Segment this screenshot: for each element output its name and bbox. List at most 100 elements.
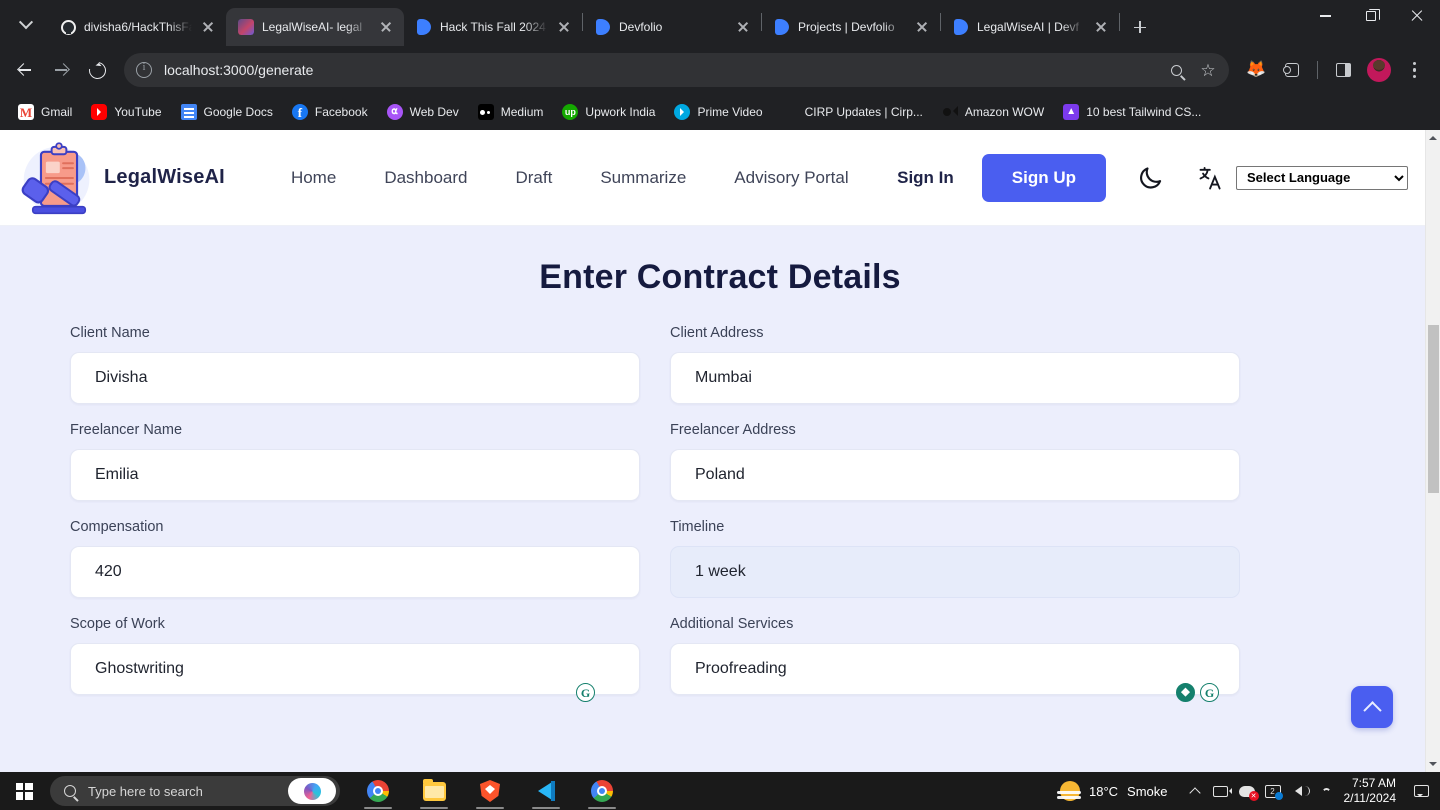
field-additional-services: Additional Services Proofreading ◆ G — [670, 616, 1240, 702]
bookmarks-bar: M Gmail YouTube Google Docs f Facebook ⍺ We… — [0, 94, 1440, 130]
notification-center-button[interactable] — [1406, 772, 1436, 810]
side-panel-button[interactable] — [1326, 53, 1360, 87]
bookmark-label: Amazon WOW — [964, 105, 1045, 119]
sign-in-link[interactable]: Sign In — [897, 168, 954, 188]
page-scrollbar[interactable] — [1425, 130, 1440, 772]
bookmark-prime-video[interactable]: Prime Video — [666, 99, 770, 125]
google-docs-icon — [180, 104, 197, 120]
profile-button[interactable] — [1362, 53, 1396, 87]
start-button[interactable] — [0, 772, 48, 810]
bookmark-label: Web Dev — [409, 105, 459, 119]
close-window-button[interactable] — [1394, 0, 1440, 32]
freelancer-address-input[interactable]: Poland — [670, 449, 1240, 501]
taskbar-app-vscode[interactable] — [518, 772, 574, 810]
brand-name: LegalWiseAI — [104, 166, 225, 188]
taskbar-app-chrome-2[interactable] — [574, 772, 630, 810]
close-icon[interactable] — [200, 19, 216, 35]
scrollbar-down-button[interactable] — [1426, 757, 1440, 772]
reload-button[interactable] — [80, 53, 114, 87]
browser-tab[interactable]: LegalWiseAI | Devf — [941, 8, 1119, 46]
close-icon[interactable] — [914, 19, 930, 35]
language-select[interactable]: Select Language — [1236, 165, 1408, 190]
grammarly-icon[interactable]: G — [576, 683, 595, 702]
nav-item-draft[interactable]: Draft — [515, 168, 552, 188]
sign-up-button[interactable]: Sign Up — [981, 153, 1106, 202]
close-icon[interactable] — [556, 19, 572, 35]
extensions-button[interactable] — [1275, 53, 1309, 87]
github-icon — [60, 19, 76, 35]
onedrive-tray-icon[interactable] — [1234, 772, 1260, 810]
weather-widget[interactable]: 18°C Smoke — [1052, 781, 1182, 801]
site-info-icon[interactable] — [136, 62, 152, 78]
browser-tab[interactable]: Devfolio — [583, 8, 761, 46]
copilot-button[interactable] — [288, 778, 336, 804]
browser-tab[interactable]: Projects | Devfolio — [762, 8, 940, 46]
nav-item-home[interactable]: Home — [291, 168, 336, 188]
translate-icon[interactable] — [1196, 163, 1226, 193]
nav-item-summarize[interactable]: Summarize — [600, 168, 686, 188]
scroll-to-top-button[interactable] — [1351, 686, 1393, 728]
taskbar-app-file-explorer[interactable] — [406, 772, 462, 810]
minimize-button[interactable] — [1302, 0, 1348, 32]
field-label: Compensation — [70, 519, 164, 535]
close-icon[interactable] — [735, 19, 751, 35]
network-tray-icon[interactable] — [1312, 772, 1338, 810]
volume-tray-icon[interactable] — [1286, 772, 1312, 810]
bookmark-upwork[interactable]: up Upwork India — [554, 99, 663, 125]
logo-link[interactable]: LegalWiseAI — [18, 137, 225, 219]
scrollbar-thumb[interactable] — [1428, 325, 1439, 493]
tab-search-button[interactable] — [6, 8, 46, 42]
windows-taskbar: Type here to search 18°C Smoke 2 7:57 AM… — [0, 772, 1440, 810]
additional-services-input[interactable]: Proofreading ◆ G — [670, 643, 1240, 702]
search-button[interactable] — [1161, 55, 1191, 85]
timeline-input[interactable]: 1 week — [670, 546, 1240, 598]
close-icon[interactable] — [1093, 19, 1109, 35]
close-icon[interactable] — [378, 19, 394, 35]
client-address-input[interactable]: Mumbai — [670, 352, 1240, 404]
camera-tray-icon[interactable] — [1208, 772, 1234, 810]
taskbar-clock[interactable]: 7:57 AM 2/11/2024 — [1338, 776, 1407, 806]
grammarly-premium-icon[interactable]: ◆ — [1176, 683, 1195, 702]
chrome-menu-button[interactable] — [1398, 53, 1432, 87]
search-icon — [1170, 64, 1182, 76]
forward-button[interactable] — [44, 53, 78, 87]
cloud-error-icon — [1238, 785, 1259, 801]
browser-tab[interactable]: divisha6/HackThisFall2024 — [48, 8, 226, 46]
bookmark-youtube[interactable]: YouTube — [83, 99, 169, 125]
compensation-input[interactable]: 420 — [70, 546, 640, 598]
taskbar-app-brave[interactable] — [462, 772, 518, 810]
scrollbar-up-button[interactable] — [1426, 130, 1440, 145]
grammarly-icon[interactable]: G — [1200, 683, 1219, 702]
nav-item-dashboard[interactable]: Dashboard — [384, 168, 467, 188]
client-name-input[interactable]: Divisha — [70, 352, 640, 404]
avatar — [1367, 58, 1391, 82]
dark-mode-toggle[interactable] — [1130, 158, 1170, 198]
nav-item-advisory-portal[interactable]: Advisory Portal — [734, 168, 848, 188]
bookmark-web-dev[interactable]: ⍺ Web Dev — [379, 99, 467, 125]
bookmark-button[interactable]: ☆ — [1193, 55, 1223, 85]
bookmark-gmail[interactable]: M Gmail — [10, 99, 80, 125]
freelancer-name-input[interactable]: Emilia — [70, 449, 640, 501]
taskbar-search-input[interactable]: Type here to search — [50, 776, 340, 806]
field-scope-of-work: Scope of Work Ghostwriting G — [70, 616, 640, 702]
display-tray-icon[interactable]: 2 — [1260, 772, 1286, 810]
bookmark-cirp-updates[interactable]: CIRP Updates | Cirp... — [774, 99, 931, 125]
address-bar[interactable]: localhost:3000/generate ☆ — [124, 53, 1229, 87]
browser-tab[interactable]: Hack This Fall 2024 — [404, 8, 582, 46]
arrow-left-icon — [17, 62, 33, 78]
show-hidden-icons-button[interactable] — [1182, 772, 1208, 810]
new-tab-button[interactable] — [1126, 13, 1154, 41]
bookmark-facebook[interactable]: f Facebook — [284, 99, 376, 125]
metamask-extension-button[interactable]: 🦊 — [1239, 53, 1273, 87]
page-viewport: LegalWiseAI Home Dashboard Draft Summari… — [0, 130, 1440, 772]
back-button[interactable] — [8, 53, 42, 87]
bookmark-tailwind[interactable]: ▲ 10 best Tailwind CS... — [1055, 99, 1209, 125]
field-value: Ghostwriting — [95, 660, 184, 677]
maximize-button[interactable] — [1348, 0, 1394, 32]
taskbar-app-chrome[interactable] — [350, 772, 406, 810]
bookmark-medium[interactable]: Medium — [470, 99, 552, 125]
bookmark-amazon-wow[interactable]: Amazon WOW — [934, 99, 1052, 125]
scope-of-work-input[interactable]: Ghostwriting G — [70, 643, 640, 702]
browser-tab-active[interactable]: LegalWiseAI- legal — [226, 8, 404, 46]
bookmark-google-docs[interactable]: Google Docs — [173, 99, 281, 125]
